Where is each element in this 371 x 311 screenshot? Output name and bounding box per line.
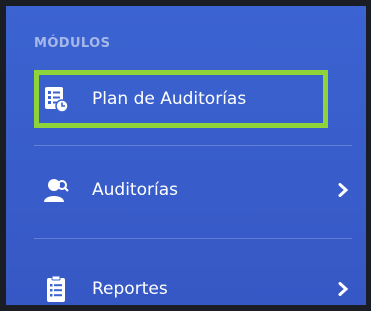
sidebar: MÓDULOS Plan de Auditorías Auditorías Re… <box>6 6 366 305</box>
sidebar-item-auditorias[interactable]: Auditorías <box>34 161 352 219</box>
chevron-right-icon <box>338 282 349 296</box>
chevron-right-icon <box>338 183 349 197</box>
sidebar-item-plan-auditorias[interactable]: Plan de Auditorías <box>34 70 328 128</box>
sidebar-item-label: Auditorías <box>92 180 178 200</box>
divider <box>34 145 352 146</box>
sidebar-item-reportes[interactable]: Reportes <box>34 260 352 305</box>
clipboard-report-icon <box>42 275 70 303</box>
sidebar-item-label: Reportes <box>92 279 168 299</box>
highlight-box <box>34 70 328 128</box>
divider <box>34 238 352 239</box>
section-header: MÓDULOS <box>34 36 111 51</box>
auditor-user-icon <box>42 176 70 204</box>
